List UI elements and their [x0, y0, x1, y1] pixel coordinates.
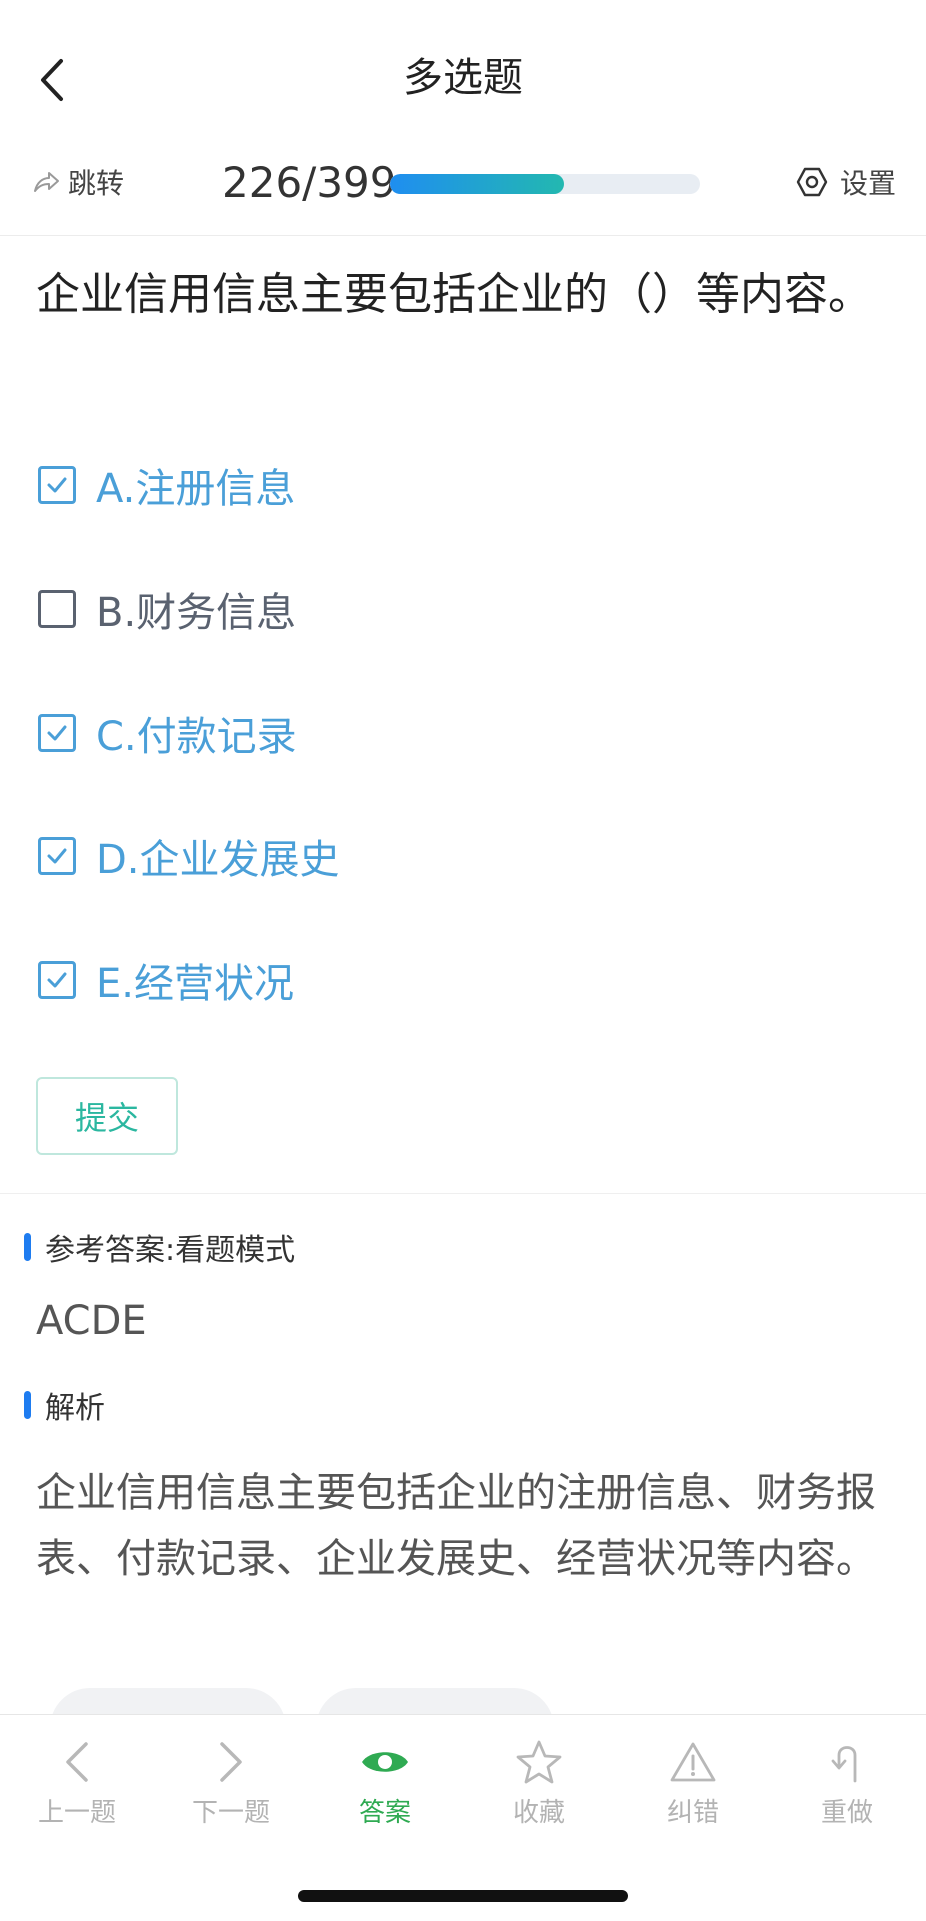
- checkbox[interactable]: [38, 714, 76, 752]
- tab-favorite[interactable]: 收藏: [474, 1738, 604, 1838]
- analysis-heading: 解析: [24, 1385, 105, 1426]
- progress-counter: 226/399: [222, 158, 397, 207]
- chevron-right-icon: [220, 1742, 242, 1782]
- tab-answer[interactable]: 答案: [320, 1738, 450, 1838]
- settings-label: 设置: [840, 167, 897, 200]
- answer-heading-label: 参考答案:看题模式: [45, 1233, 296, 1268]
- tab-redo[interactable]: 重做: [782, 1738, 912, 1838]
- hexagon-gear-icon: [796, 167, 828, 197]
- option-d[interactable]: D.企业发展史: [38, 821, 340, 891]
- tab-label: 纠错: [666, 1798, 719, 1828]
- submit-button[interactable]: 提交: [36, 1077, 178, 1155]
- checkbox[interactable]: [38, 466, 76, 504]
- checkbox[interactable]: [38, 837, 76, 875]
- tab-label: 收藏: [512, 1798, 565, 1828]
- tab-prev[interactable]: 上一题: [12, 1738, 142, 1838]
- check-icon: [47, 848, 67, 864]
- warning-icon: [670, 1742, 716, 1782]
- page-title: 多选题: [403, 55, 523, 101]
- tab-label: 重做: [820, 1798, 873, 1828]
- divider: [0, 1193, 926, 1194]
- share-arrow-icon: [34, 172, 59, 192]
- check-icon: [47, 725, 67, 741]
- option-label: C.付款记录: [96, 714, 297, 760]
- jump-label: 跳转: [68, 167, 125, 200]
- tab-label: 上一题: [37, 1798, 116, 1828]
- answer-value: ACDE: [36, 1298, 147, 1344]
- check-icon: [47, 972, 67, 988]
- checkbox[interactable]: [38, 961, 76, 999]
- option-c[interactable]: C.付款记录: [38, 698, 297, 768]
- home-indicator: [298, 1890, 628, 1902]
- settings-button[interactable]: 设置: [796, 160, 896, 204]
- option-e[interactable]: E.经营状况: [38, 945, 294, 1015]
- checkbox[interactable]: [38, 590, 76, 628]
- eye-icon: [362, 1752, 408, 1772]
- jump-button[interactable]: 跳转: [32, 160, 124, 204]
- question-text: 企业信用信息主要包括企业的（）等内容。: [36, 269, 872, 320]
- option-label: D.企业发展史: [96, 837, 340, 883]
- star-icon: [516, 1740, 562, 1784]
- option-label: A.注册信息: [96, 466, 296, 512]
- section-marker: [24, 1233, 31, 1261]
- progress-bar: [390, 174, 700, 194]
- divider: [0, 235, 926, 236]
- option-label: B.财务信息: [96, 590, 297, 636]
- chevron-left-icon: [66, 1742, 88, 1782]
- analysis-heading-label: 解析: [45, 1391, 105, 1426]
- analysis-text: 企业信用信息主要包括企业的注册信息、财务报表、付款记录、企业发展史、经营状况等内…: [36, 1470, 876, 1582]
- check-icon: [47, 477, 67, 493]
- progress-bar-fill: [390, 174, 564, 194]
- section-marker: [24, 1391, 31, 1419]
- undo-icon: [831, 1746, 857, 1783]
- answer-heading: 参考答案:看题模式: [24, 1227, 296, 1268]
- tab-next[interactable]: 下一题: [166, 1738, 296, 1838]
- option-a[interactable]: A.注册信息: [38, 450, 295, 520]
- tab-label: 下一题: [191, 1798, 270, 1828]
- tab-label: 答案: [358, 1798, 411, 1828]
- option-b[interactable]: B.财务信息: [38, 574, 296, 644]
- option-label: E.经营状况: [96, 961, 294, 1007]
- tab-report-error[interactable]: 纠错: [628, 1738, 758, 1838]
